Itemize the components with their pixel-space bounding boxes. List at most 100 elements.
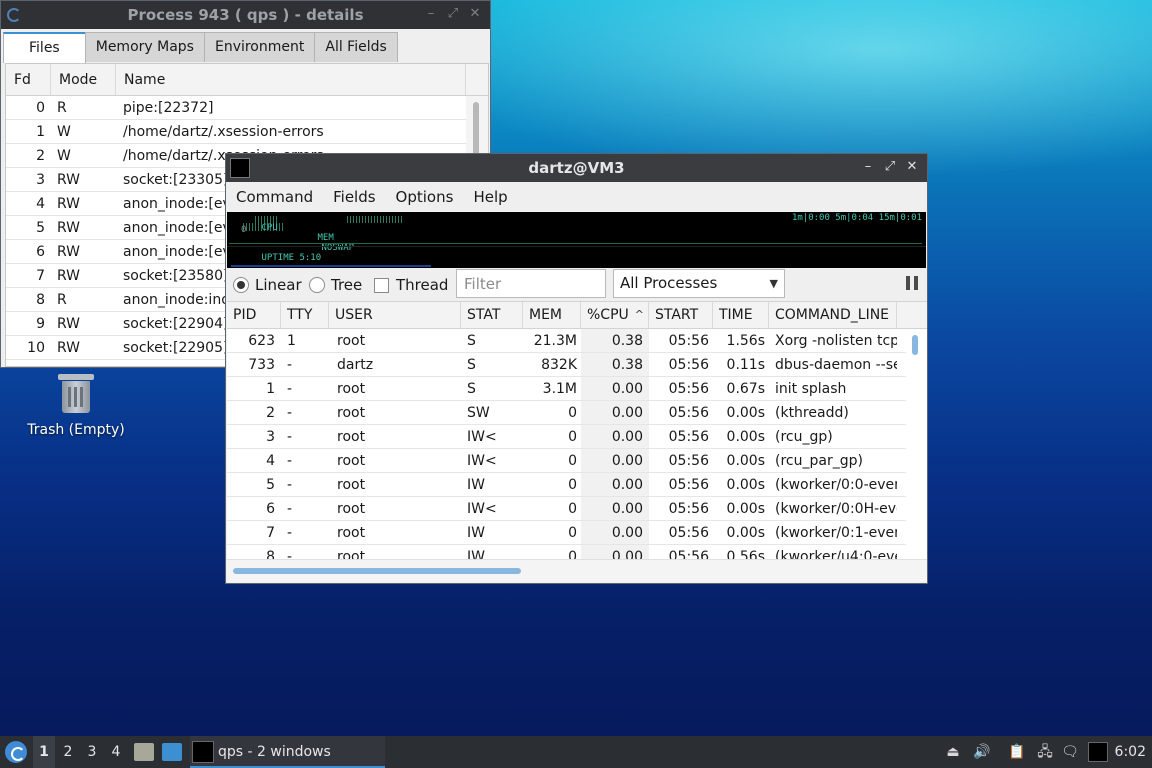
cell-start: 05:56 xyxy=(668,525,709,541)
menu-help[interactable]: Help xyxy=(465,182,515,212)
table-row[interactable]: 3- root IW< 0 0.00 05:56 0.00s (rcu_gp) xyxy=(227,425,927,449)
tab-memory-maps[interactable]: Memory Maps xyxy=(84,32,205,62)
process-table-body: 623 1 root S 21.3M 0.38 05:56 1.56s Xorg -nolist… xyxy=(227,329,927,569)
details-titlebar[interactable]: Process 943 ( qps ) - details – ⤢ ✕ xyxy=(1,1,490,29)
cell-cpu: 0.00 xyxy=(581,425,649,448)
table-row[interactable]: 7- root IW 00.00 05:56 0.00s (kworker/0:1-even… xyxy=(227,521,927,545)
column-fd[interactable]: Fd xyxy=(6,64,51,95)
thread-checkbox[interactable]: Thread xyxy=(374,276,448,294)
column-time[interactable]: TIME xyxy=(713,302,769,328)
process-filter-select[interactable]: All Processes ▼ xyxy=(613,269,785,298)
column-name[interactable]: Name xyxy=(116,64,466,95)
pause-icon[interactable] xyxy=(906,276,918,290)
cell-cmd: (rcu_par_gp) xyxy=(775,453,863,469)
tab-all-fields[interactable]: All Fields xyxy=(314,32,398,62)
cell-mode: RW xyxy=(57,340,81,356)
cell-mem: 0 xyxy=(568,453,577,469)
column-mode[interactable]: Mode xyxy=(51,64,116,95)
menu-bar: Command Fields Options Help xyxy=(226,182,927,212)
cell-start: 05:56 xyxy=(668,453,709,469)
column-mem[interactable]: MEM xyxy=(523,302,581,328)
radio-unchecked-icon xyxy=(309,277,325,293)
table-row[interactable]: 623 1 root S 21.3M 0.38 05:56 1.56s Xorg -nolist… xyxy=(227,329,927,353)
column-stat[interactable]: STAT xyxy=(461,302,523,328)
column-command-line[interactable]: COMMAND_LINE xyxy=(769,302,897,328)
clipboard-icon[interactable]: 📋 xyxy=(1007,742,1027,762)
tab-environment[interactable]: Environment xyxy=(203,32,316,62)
maximize-icon[interactable]: ⤢ xyxy=(883,159,897,175)
menu-command[interactable]: Command xyxy=(228,182,321,212)
cell-cpu: 0.00 xyxy=(581,449,649,472)
column-user[interactable]: USER xyxy=(329,302,461,328)
filter-input[interactable] xyxy=(456,269,606,298)
clock[interactable]: 6:02 xyxy=(1115,736,1146,768)
table-row[interactable]: 5- root IW 00.00 05:56 0.00s (kworker/0:0-even… xyxy=(227,473,927,497)
cell-tty: - xyxy=(287,477,293,493)
graph-cpu-label: CPU xyxy=(261,223,278,233)
show-desktop-icon[interactable] xyxy=(162,743,182,761)
workspace-2[interactable]: 2 xyxy=(57,736,79,768)
cell-cpu: 0.38 xyxy=(581,329,649,352)
cell-stat: IW< xyxy=(467,501,497,517)
column-pid[interactable]: PID xyxy=(227,302,281,328)
cell-user: root xyxy=(337,501,366,517)
menu-options[interactable]: Options xyxy=(388,182,462,212)
linear-radio[interactable]: Linear xyxy=(233,276,302,294)
cell-time: 0.00s xyxy=(726,477,765,493)
table-row[interactable]: 4- root IW< 0 0.00 05:56 0.00s (rcu_par_gp) xyxy=(227,449,927,473)
table-row[interactable]: 0 Rpipe:[22372] xyxy=(6,96,488,120)
cell-pid: 623 xyxy=(248,333,275,349)
table-row[interactable]: 1- root S 3.1M 0.00 05:56 0.67s init splash xyxy=(227,377,927,401)
cell-mode: R xyxy=(57,292,67,308)
minimize-icon[interactable]: – xyxy=(861,159,875,175)
system-load-graph: CPU MEM NOSWAP UPTIME 5:10 1m|0:00 5m|0:… xyxy=(227,212,926,268)
column-start[interactable]: START xyxy=(649,302,713,328)
workspace-3[interactable]: 3 xyxy=(81,736,103,768)
trash-desktop-icon[interactable]: Trash (Empty) xyxy=(20,372,132,438)
cell-user: root xyxy=(337,333,366,349)
tree-radio[interactable]: Tree xyxy=(309,276,362,294)
checkbox-icon xyxy=(374,277,389,293)
graph-uptime-label: UPTIME 5:10 xyxy=(261,253,322,263)
close-icon[interactable]: ✕ xyxy=(468,6,482,22)
tab-files[interactable]: Files xyxy=(3,32,86,63)
workspace-1[interactable]: 1 xyxy=(33,736,55,768)
taskbar-task-qps[interactable]: qps - 2 windows xyxy=(190,736,385,768)
cell-mode: RW xyxy=(57,268,81,284)
table-row[interactable]: 1 W/home/dartz/.xsession-errors xyxy=(6,120,488,144)
process-horizontal-scrollbar[interactable] xyxy=(227,559,927,582)
table-row[interactable]: 733- dartz S 832K 0.38 05:56 0.11s dbus-daemon … xyxy=(227,353,927,377)
volume-icon[interactable]: 🔊 xyxy=(972,742,992,762)
table-row[interactable]: 6- root IW< 0 0.00 05:56 0.00s (kworker/0:0H-ev… xyxy=(227,497,927,521)
maximize-icon[interactable]: ⤢ xyxy=(446,6,460,22)
start-menu-icon[interactable] xyxy=(5,741,27,763)
cell-user: dartz xyxy=(337,357,374,373)
qps-titlebar[interactable]: dartz@VM3 – ⤢ ✕ xyxy=(226,154,927,182)
close-icon[interactable]: ✕ xyxy=(905,159,919,175)
process-vertical-scrollbar[interactable] xyxy=(906,329,927,559)
eject-icon[interactable]: ⏏ xyxy=(943,742,963,762)
table-row[interactable]: 2- root SW 0 0.00 05:56 0.00s (kthreadd) xyxy=(227,401,927,425)
cell-pid: 5 xyxy=(266,477,275,493)
cell-fd: 9 xyxy=(36,316,45,332)
taskbar: 1 2 3 4 qps - 2 windows ⏏ 🔊 📋 🖧 🗨 6:02 xyxy=(0,736,1152,768)
cell-start: 05:56 xyxy=(668,429,709,445)
radio-checked-icon xyxy=(233,277,249,293)
network-icon[interactable]: 🖧 xyxy=(1035,742,1055,762)
trash-label: Trash (Empty) xyxy=(27,422,125,438)
cell-mode: RW xyxy=(57,244,81,260)
minimize-icon[interactable]: – xyxy=(424,6,438,22)
cell-tty: - xyxy=(287,453,293,469)
cell-tty: - xyxy=(287,429,293,445)
workspace-4[interactable]: 4 xyxy=(105,736,127,768)
terminal-tray-icon[interactable] xyxy=(1088,742,1108,762)
cell-start: 05:56 xyxy=(668,477,709,493)
cell-mode: RW xyxy=(57,316,81,332)
graph-mem-label: MEM xyxy=(317,233,334,243)
cell-start: 05:56 xyxy=(668,357,709,373)
column-tty[interactable]: TTY xyxy=(281,302,329,328)
column-cpu[interactable]: %CPU ^ xyxy=(581,302,649,328)
menu-fields[interactable]: Fields xyxy=(325,182,383,212)
file-manager-icon[interactable] xyxy=(134,743,154,761)
notification-icon[interactable]: 🗨 xyxy=(1060,742,1080,762)
